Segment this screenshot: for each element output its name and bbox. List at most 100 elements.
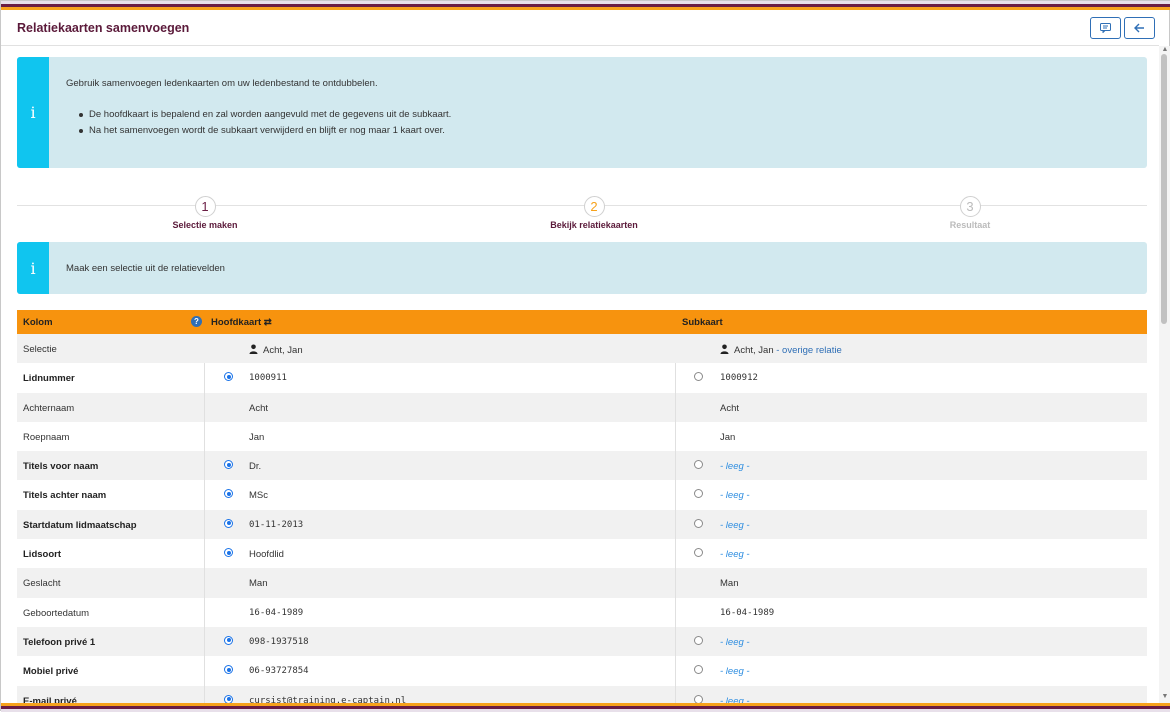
hoofdkaart-radio[interactable] <box>224 489 233 499</box>
help-icon[interactable]: ? <box>191 316 202 327</box>
info-icon: i <box>17 242 49 294</box>
column-divider <box>675 656 676 686</box>
hoofdkaart-radio[interactable] <box>224 635 233 645</box>
subkaart-value: 1000912 <box>720 373 758 384</box>
column-divider <box>204 363 205 393</box>
row-label: Selectie <box>23 344 57 355</box>
sub-selectie-name: Acht, Jan <box>734 345 774 356</box>
table-row: Telefoon privé 1 098-1937518 - leeg - <box>17 626 1147 657</box>
column-divider <box>675 685 676 703</box>
column-divider <box>675 363 676 393</box>
hoofdkaart-radio[interactable] <box>224 372 233 382</box>
subkaart-radio[interactable] <box>694 665 703 675</box>
hoofdkaart-value: Hoofdlid <box>249 549 284 561</box>
app-window: Relatiekaarten samenvoegen ▲ ▼ i Gebruik… <box>0 0 1170 712</box>
column-divider <box>204 597 205 627</box>
subkaart-value: Jan <box>720 431 736 443</box>
column-divider <box>204 421 205 452</box>
column-divider <box>675 509 676 540</box>
info-intro-text: Gebruik samenvoegen ledenkaarten om uw l… <box>66 78 378 89</box>
subkaart-radio[interactable] <box>694 635 703 645</box>
column-divider <box>675 626 676 657</box>
step-selectie-maken[interactable]: 1 Selectie maken <box>145 196 265 230</box>
scroll-down-icon[interactable]: ▼ <box>1161 693 1169 701</box>
row-label: Achternaam <box>23 402 75 414</box>
table-row: Lidnummer 1000911 1000912 <box>17 363 1147 393</box>
person-icon <box>249 344 258 354</box>
table-row: Geslacht Man Man <box>17 568 1147 598</box>
hoofdkaart-radio[interactable] <box>224 694 233 703</box>
info-bullet-list: De hoofdkaart is bepalend en zal worden … <box>78 109 452 142</box>
person-icon <box>720 344 729 354</box>
subkaart-value: Acht <box>720 402 740 414</box>
hoofdkaart-value: 01-11-2013 <box>249 519 304 530</box>
hoofdkaart-radio[interactable] <box>224 460 233 470</box>
row-label: Titels achter naam <box>23 490 107 502</box>
step-number: 2 <box>583 196 605 217</box>
table-row: E-mail privé cursist@training.e-captain.n… <box>17 685 1147 703</box>
hoofdkaart-radio[interactable] <box>224 518 233 528</box>
hoofdkaart-radio[interactable] <box>224 665 233 675</box>
hoofdkaart-value: cursist@training.e-captain.nl <box>249 695 407 703</box>
row-label: Roepnaam <box>23 431 70 443</box>
subkaart-value: - leeg - <box>720 490 750 502</box>
overige-relatie-link[interactable]: - overige relatie <box>776 345 841 356</box>
subkaart-value: - leeg - <box>720 549 750 561</box>
subkaart-value: - leeg - <box>720 666 750 678</box>
table-row: Achternaam Acht Acht <box>17 392 1147 422</box>
merge-table: Kolom ? Hoofdkaart ⇄ Subkaart Selectie A… <box>17 310 1147 703</box>
subkaart-radio[interactable] <box>694 518 703 528</box>
hoofdkaart-radio[interactable] <box>224 548 233 558</box>
column-divider <box>204 539 205 569</box>
info-panel-intro: i Gebruik samenvoegen ledenkaarten om uw… <box>17 57 1147 168</box>
step-bekijk-relatiekaarten[interactable]: 2 Bekijk relatiekaarten <box>534 196 654 230</box>
column-divider <box>675 597 676 627</box>
scroll-up-icon[interactable]: ▲ <box>1161 46 1169 54</box>
row-label: Mobiel privé <box>23 666 79 678</box>
back-button[interactable] <box>1124 17 1155 39</box>
comment-button[interactable] <box>1090 17 1121 39</box>
hoofdkaart-value: 16-04-1989 <box>249 607 304 618</box>
column-header-kolom: Kolom <box>23 317 53 328</box>
table-row: Startdatum lidmaatschap 01-11-2013 - leeg … <box>17 509 1147 540</box>
column-header-hoofdkaart[interactable]: Hoofdkaart ⇄ <box>211 317 272 328</box>
hoofdkaart-value: 06-93727854 <box>249 666 309 677</box>
table-row: Mobiel privé 06-93727854 - leeg - <box>17 656 1147 686</box>
subkaart-value: - leeg - <box>720 519 750 531</box>
row-label: Lidsoort <box>23 549 61 561</box>
step-resultaat: 3 Resultaat <box>910 196 1030 230</box>
column-divider <box>204 685 205 703</box>
hoofdkaart-value: MSc <box>249 490 268 502</box>
row-label: Startdatum lidmaatschap <box>23 519 137 531</box>
subkaart-radio[interactable] <box>694 489 703 499</box>
subkaart-value: - leeg - <box>720 695 750 703</box>
hoofdkaart-value: Man <box>249 578 268 590</box>
subkaart-radio[interactable] <box>694 460 703 470</box>
subkaart-radio[interactable] <box>694 694 703 703</box>
subkaart-value: 16-04-1989 <box>720 607 775 618</box>
column-divider <box>675 392 676 422</box>
comment-icon <box>1100 23 1111 33</box>
table-row: Titels achter naam MSc - leeg - <box>17 480 1147 510</box>
info-icon: i <box>17 57 49 168</box>
column-divider <box>675 539 676 569</box>
table-header: Kolom ? Hoofdkaart ⇄ Subkaart <box>17 310 1147 334</box>
column-divider <box>675 568 676 598</box>
column-divider <box>204 392 205 422</box>
step-label: Resultaat <box>949 220 991 230</box>
vertical-scrollbar[interactable]: ▲ ▼ <box>1159 46 1170 703</box>
subkaart-value: Man <box>720 578 739 590</box>
subkaart-value: - leeg - <box>720 461 750 473</box>
table-row: Lidsoort Hoofdlid - leeg - <box>17 539 1147 569</box>
subkaart-radio[interactable] <box>694 548 703 558</box>
info-bullet: De hoofdkaart is bepalend en zal worden … <box>78 109 452 120</box>
page-header: Relatiekaarten samenvoegen <box>1 10 1159 46</box>
wizard-steps: 1 Selectie maken 2 Bekijk relatiekaarten… <box>17 196 1147 232</box>
scrollbar-thumb[interactable] <box>1161 54 1167 324</box>
hoofd-selectie-value: Acht, Jan <box>249 344 303 356</box>
row-label: E-mail privé <box>23 695 77 703</box>
subkaart-radio[interactable] <box>694 372 703 382</box>
subkaart-value: - leeg - <box>720 636 750 648</box>
column-divider <box>204 509 205 540</box>
column-divider <box>675 421 676 452</box>
